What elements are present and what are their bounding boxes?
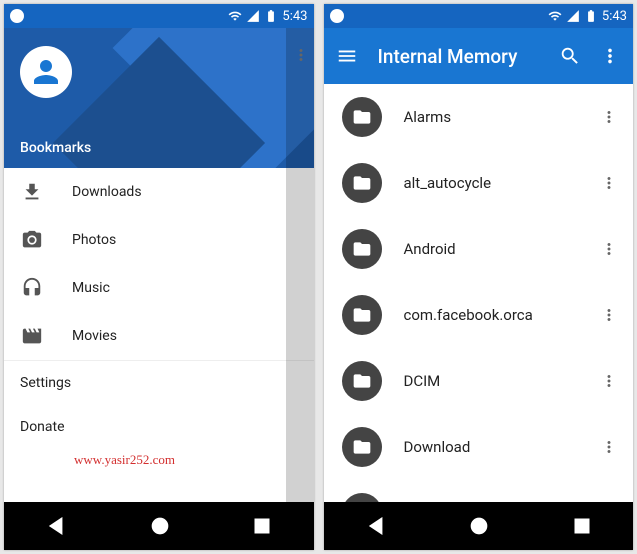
- folder-icon: [342, 361, 382, 401]
- status-bar: 5:43: [324, 4, 634, 28]
- avatar[interactable]: [20, 46, 72, 98]
- list-item[interactable]: alt_autocycle: [324, 150, 634, 216]
- folder-icon: [342, 163, 382, 203]
- list-item[interactable]: Alarms: [324, 84, 634, 150]
- status-bar: 5:43: [4, 4, 314, 28]
- drawer-item-label: Photos: [72, 232, 116, 248]
- folder-icon: [342, 97, 382, 137]
- drawer-settings[interactable]: Settings: [4, 360, 314, 405]
- row-more-button[interactable]: [597, 438, 621, 456]
- row-more-button[interactable]: [597, 240, 621, 258]
- watermark: www.yasir252.com: [74, 452, 175, 468]
- drawer-donate[interactable]: Donate: [4, 405, 314, 449]
- status-time: 5:43: [602, 9, 627, 24]
- row-more-button[interactable]: [597, 174, 621, 192]
- wifi-icon: [228, 9, 242, 23]
- phone-left: 5:43 Bookmarks Downloads Photos Music Mo…: [4, 4, 314, 550]
- nav-bar: [4, 502, 314, 550]
- phone-right: 5:43 Internal Memory Alarms alt_autocycl…: [324, 4, 634, 550]
- drawer-item-label: Movies: [72, 328, 117, 344]
- drawer-item-label: Downloads: [72, 184, 142, 200]
- folder-name: Download: [404, 438, 598, 456]
- battery-icon: [584, 9, 598, 23]
- list-item[interactable]: Movies: [324, 480, 634, 502]
- list-item[interactable]: com.facebook.orca: [324, 282, 634, 348]
- nav-back-icon[interactable]: [365, 515, 387, 537]
- drawer-item-downloads[interactable]: Downloads: [4, 168, 314, 216]
- signal-icon: [566, 9, 580, 23]
- folder-icon: [342, 493, 382, 502]
- folder-name: com.facebook.orca: [404, 306, 598, 324]
- download-icon: [20, 180, 44, 204]
- folder-name: DCIM: [404, 372, 598, 390]
- nav-recent-icon[interactable]: [572, 516, 592, 536]
- drawer-subtitle: Bookmarks: [20, 140, 91, 156]
- drawer-item-music[interactable]: Music: [4, 264, 314, 312]
- drawer-item-label: Music: [72, 280, 110, 296]
- person-icon: [28, 54, 64, 90]
- nav-recent-icon[interactable]: [252, 516, 272, 536]
- folder-icon: [342, 295, 382, 335]
- folder-list: Alarms alt_autocycle Android com.faceboo…: [324, 84, 634, 502]
- row-more-button[interactable]: [597, 306, 621, 324]
- drawer-item-photos[interactable]: Photos: [4, 216, 314, 264]
- list-item[interactable]: Android: [324, 216, 634, 282]
- search-icon[interactable]: [559, 45, 581, 67]
- drawer-item-movies[interactable]: Movies: [4, 312, 314, 360]
- list-item[interactable]: DCIM: [324, 348, 634, 414]
- folder-icon: [342, 229, 382, 269]
- page-title: Internal Memory: [378, 45, 560, 68]
- battery-icon: [264, 9, 278, 23]
- list-item[interactable]: Download: [324, 414, 634, 480]
- drawer-header: Bookmarks: [4, 28, 314, 168]
- more-vert-icon[interactable]: [599, 45, 621, 67]
- nav-home-icon[interactable]: [469, 516, 489, 536]
- row-more-button[interactable]: [597, 372, 621, 390]
- nav-home-icon[interactable]: [150, 516, 170, 536]
- row-more-button[interactable]: [597, 108, 621, 126]
- movie-icon: [20, 324, 44, 348]
- firefox-icon: [330, 9, 344, 23]
- camera-icon: [20, 228, 44, 252]
- signal-icon: [246, 9, 260, 23]
- firefox-icon: [10, 9, 24, 23]
- wifi-icon: [548, 9, 562, 23]
- folder-name: Android: [404, 240, 598, 258]
- nav-back-icon[interactable]: [45, 515, 67, 537]
- folder-name: alt_autocycle: [404, 174, 598, 192]
- folder-name: Alarms: [404, 108, 598, 126]
- nav-bar: [324, 502, 634, 550]
- folder-icon: [342, 427, 382, 467]
- status-time: 5:43: [282, 9, 307, 24]
- app-bar: Internal Memory: [324, 28, 634, 84]
- headphones-icon: [20, 276, 44, 300]
- menu-icon[interactable]: [336, 45, 358, 67]
